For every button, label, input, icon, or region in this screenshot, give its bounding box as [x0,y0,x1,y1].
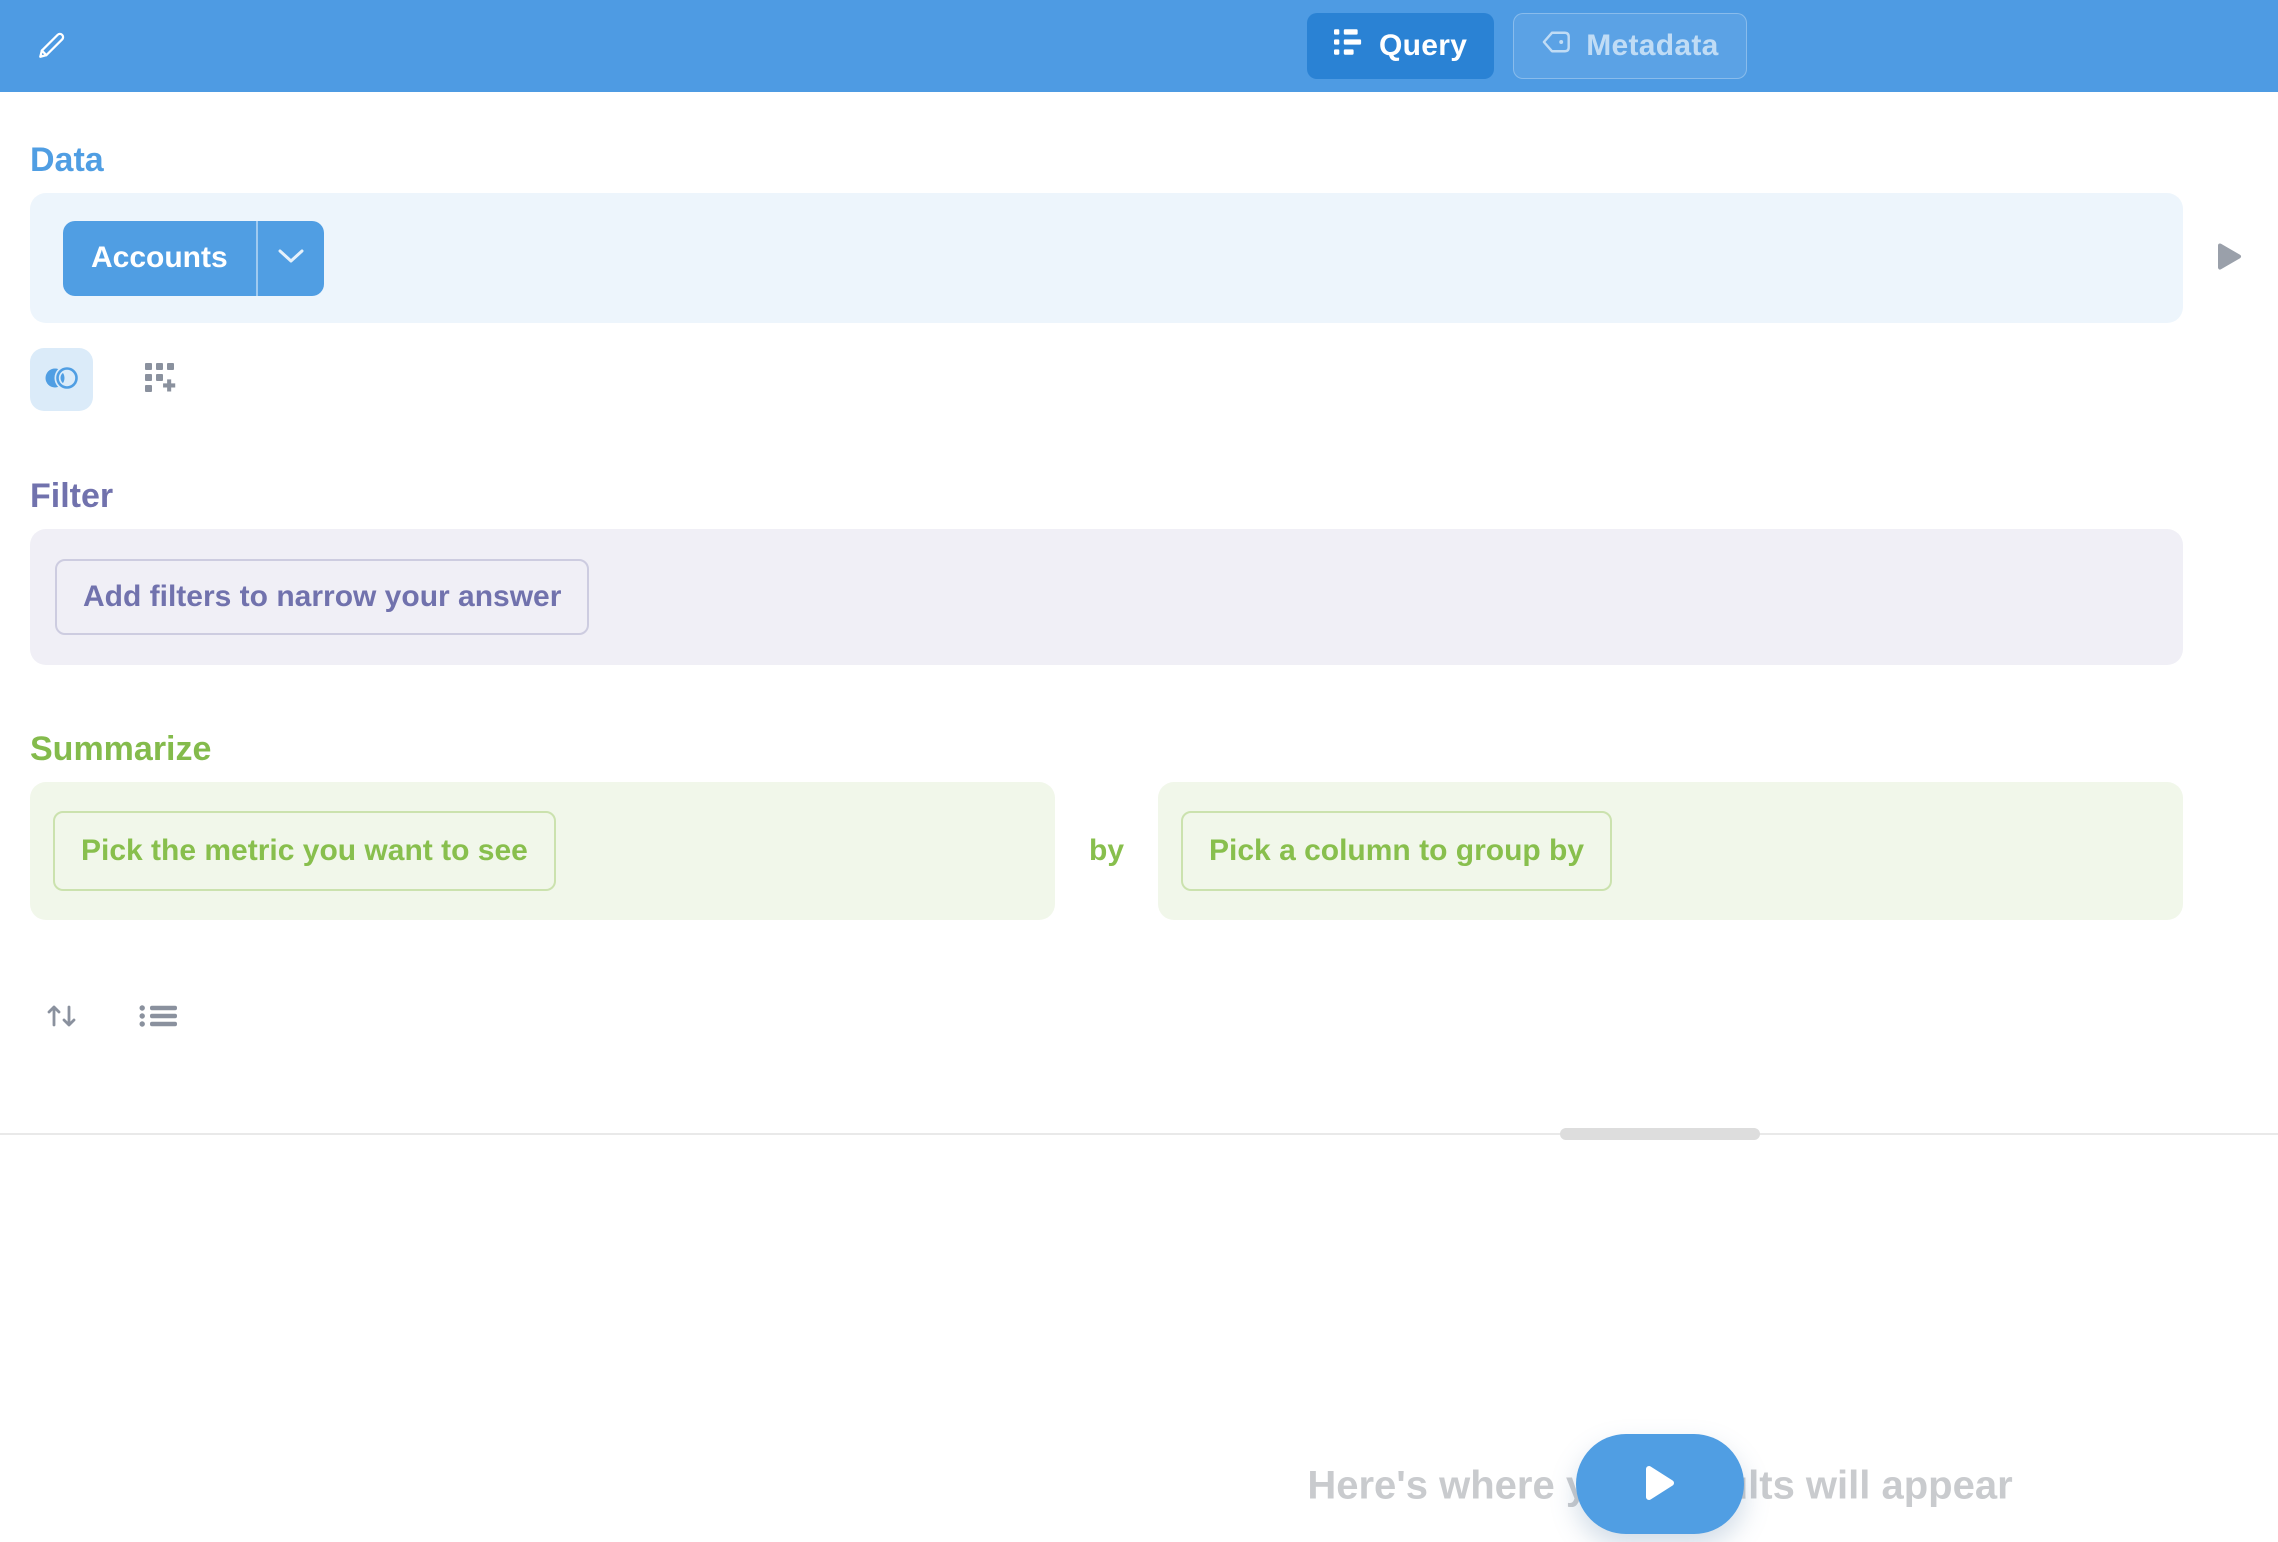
table-picker-caret[interactable] [256,221,324,296]
data-step-actions [30,348,2183,411]
results-pane: Here's where your results will appear [0,1135,2278,1542]
summarize-section-label: Summarize [30,732,2183,766]
preview-step-button[interactable] [2217,243,2242,274]
notebook-editor: Data Accounts [0,92,2278,1049]
filter-section-label: Filter [30,479,2183,513]
summarize-step-actions [30,986,2183,1049]
top-header-bar: Query Metadata [0,0,2278,92]
view-tabs: Query Metadata [1307,13,1747,79]
chevron-down-icon [278,249,304,267]
label-tag-icon [1541,29,1571,63]
filter-section: Filter Add filters to narrow your answer [30,479,2183,665]
run-play-icon [1645,1464,1675,1505]
run-query-button[interactable] [1576,1434,1744,1534]
tab-metadata[interactable]: Metadata [1513,13,1746,79]
custom-column-button[interactable] [128,348,191,411]
sort-icon [46,1003,78,1032]
sort-button[interactable] [30,986,93,1049]
pick-group-column-button[interactable]: Pick a column to group by [1181,811,1612,891]
tab-metadata-label: Metadata [1586,29,1718,63]
pick-metric-button[interactable]: Pick the metric you want to see [53,811,556,891]
row-limit-button[interactable] [128,986,191,1049]
tab-query[interactable]: Query [1307,13,1494,79]
tab-query-label: Query [1379,29,1467,63]
summarize-step-row: Pick the metric you want to see by Pick … [30,782,2183,920]
custom-column-icon [144,362,176,397]
pencil-icon [36,29,68,64]
table-picker-button[interactable]: Accounts [63,221,324,296]
join-data-button[interactable] [30,348,93,411]
table-picker-label[interactable]: Accounts [63,221,256,296]
notebook-list-icon [1334,29,1364,63]
filter-step-container: Add filters to narrow your answer [30,529,2183,665]
row-limit-list-icon [139,1004,181,1031]
summarize-section: Summarize Pick the metric you want to se… [30,732,2183,1049]
query-builder-page: Query Metadata Data Accounts [0,0,2278,1542]
add-filter-button[interactable]: Add filters to narrow your answer [55,559,589,635]
play-triangle-icon [2217,243,2242,274]
data-step-container: Accounts [30,193,2183,323]
by-label: by [1089,834,1124,868]
edit-pencil-button[interactable] [30,24,74,68]
data-section-label: Data [30,143,2183,177]
group-by-step-container: Pick a column to group by [1158,782,2183,920]
metric-step-container: Pick the metric you want to see [30,782,1055,920]
data-section: Data Accounts [30,143,2183,411]
join-data-icon [43,365,81,394]
